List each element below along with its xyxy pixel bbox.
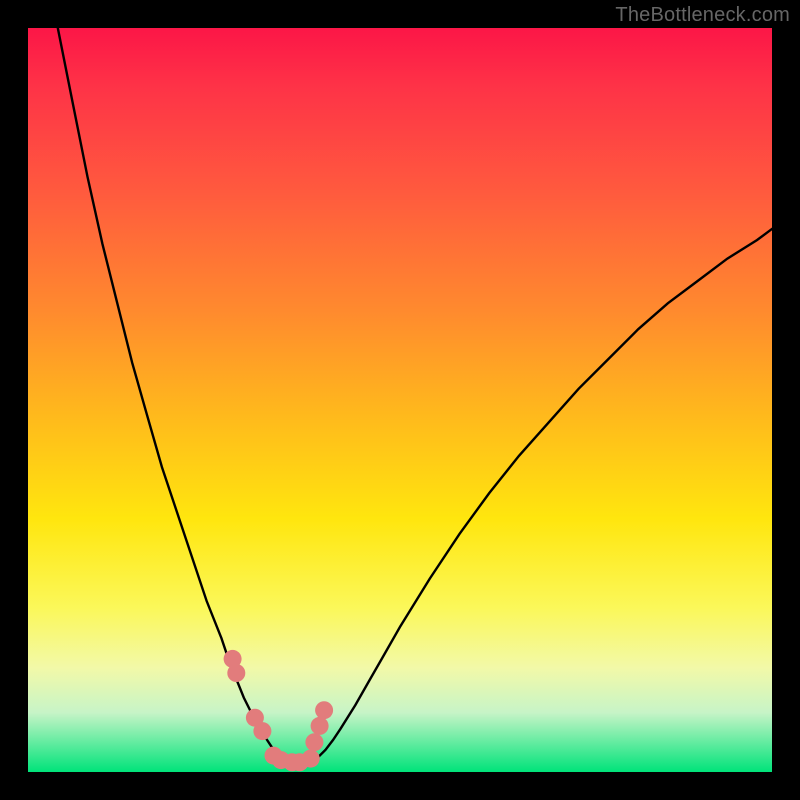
marker-dot (253, 722, 271, 740)
watermark-text: TheBottleneck.com (615, 4, 790, 27)
marker-dot (311, 717, 329, 735)
chart-svg (28, 28, 772, 772)
left-curve (58, 28, 289, 763)
marker-dots (224, 650, 334, 771)
right-curve (311, 229, 772, 763)
plot-area (28, 28, 772, 772)
marker-dot (315, 701, 333, 719)
marker-dot (227, 664, 245, 682)
chart-frame: TheBottleneck.com (0, 0, 800, 800)
marker-dot (302, 750, 320, 768)
marker-dot (305, 733, 323, 751)
